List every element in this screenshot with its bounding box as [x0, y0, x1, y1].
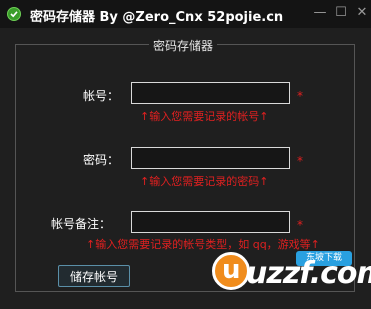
password-hint: ↑输入您需要记录的密码↑ — [140, 175, 269, 188]
account-required-mark: * — [297, 89, 303, 103]
maximize-icon[interactable]: ☐ — [332, 4, 350, 22]
password-label: 密码： — [83, 153, 120, 167]
close-icon[interactable]: ✕ — [353, 4, 371, 22]
title-bar: 密码存储器 By @Zero_Cnx 52pojie.cn — ☐ ✕ — [0, 0, 371, 28]
app-check-icon — [7, 7, 21, 21]
account-hint: ↑输入您需要记录的帐号↑ — [140, 110, 269, 123]
watermark-logo-icon: u — [212, 252, 250, 290]
account-note-required-mark: * — [297, 218, 303, 232]
group-title: 密码存储器 — [149, 37, 218, 54]
account-input[interactable] — [131, 82, 290, 104]
password-input[interactable] — [131, 147, 290, 169]
account-label: 帐号： — [83, 89, 120, 103]
watermark-text: uzzf.com — [246, 256, 371, 291]
password-required-mark: * — [297, 154, 303, 168]
account-note-label: 帐号备注： — [51, 217, 112, 231]
account-note-input[interactable] — [131, 211, 290, 233]
save-account-button[interactable]: 储存帐号 — [58, 265, 130, 287]
watermark-logo: 东坡下载 u uzzf.com — [212, 250, 371, 298]
window-title: 密码存储器 By @Zero_Cnx 52pojie.cn — [30, 10, 284, 25]
minimize-icon[interactable]: — — [311, 4, 329, 22]
watermark-logo-letter: u — [222, 255, 241, 285]
